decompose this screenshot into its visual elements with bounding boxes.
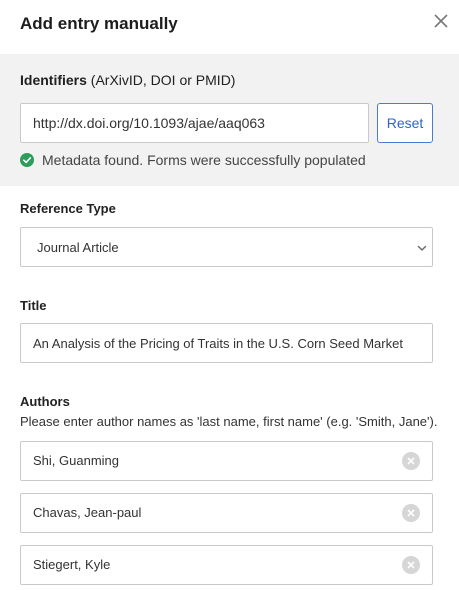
reference-type-label: Reference Type bbox=[20, 201, 116, 216]
identifiers-label-hint: (ArXivID, DOI or PMID) bbox=[86, 72, 236, 88]
identifiers-label-bold: Identifiers bbox=[20, 72, 87, 88]
author-name: Chavas, Jean-paul bbox=[33, 505, 142, 520]
close-icon bbox=[434, 14, 448, 28]
remove-author-button[interactable] bbox=[402, 556, 420, 574]
identifiers-section: Identifiers (ArXivID, DOI or PMID) Reset… bbox=[0, 54, 459, 186]
close-button[interactable] bbox=[429, 9, 453, 33]
status-text: Metadata found. Forms were successfully … bbox=[42, 152, 366, 168]
author-field[interactable]: Shi, Guanming bbox=[20, 441, 433, 481]
authors-label: Authors bbox=[20, 394, 70, 409]
authors-hint: Please enter author names as 'last name,… bbox=[20, 414, 438, 429]
remove-author-button[interactable] bbox=[402, 452, 420, 470]
title-label: Title bbox=[20, 298, 47, 313]
chevron-down-icon bbox=[417, 245, 427, 251]
title-input[interactable] bbox=[20, 323, 433, 363]
reference-type-select[interactable]: Journal Article bbox=[20, 227, 433, 267]
remove-x-icon bbox=[407, 509, 415, 517]
identifier-input[interactable] bbox=[20, 103, 369, 143]
identifiers-label: Identifiers (ArXivID, DOI or PMID) bbox=[20, 72, 235, 88]
remove-author-button[interactable] bbox=[402, 504, 420, 522]
remove-x-icon bbox=[407, 457, 415, 465]
author-name: Shi, Guanming bbox=[33, 453, 119, 468]
reference-type-value: Journal Article bbox=[37, 240, 119, 255]
reset-button[interactable]: Reset bbox=[377, 103, 433, 143]
remove-x-icon bbox=[407, 561, 415, 569]
author-name: Stiegert, Kyle bbox=[33, 557, 111, 572]
author-field[interactable]: Chavas, Jean-paul bbox=[20, 493, 433, 533]
dialog-header: Add entry manually bbox=[0, 0, 459, 54]
author-field[interactable]: Stiegert, Kyle bbox=[20, 545, 433, 585]
metadata-status: Metadata found. Forms were successfully … bbox=[20, 150, 366, 170]
dialog-title: Add entry manually bbox=[20, 14, 178, 33]
check-circle-icon bbox=[20, 153, 34, 167]
